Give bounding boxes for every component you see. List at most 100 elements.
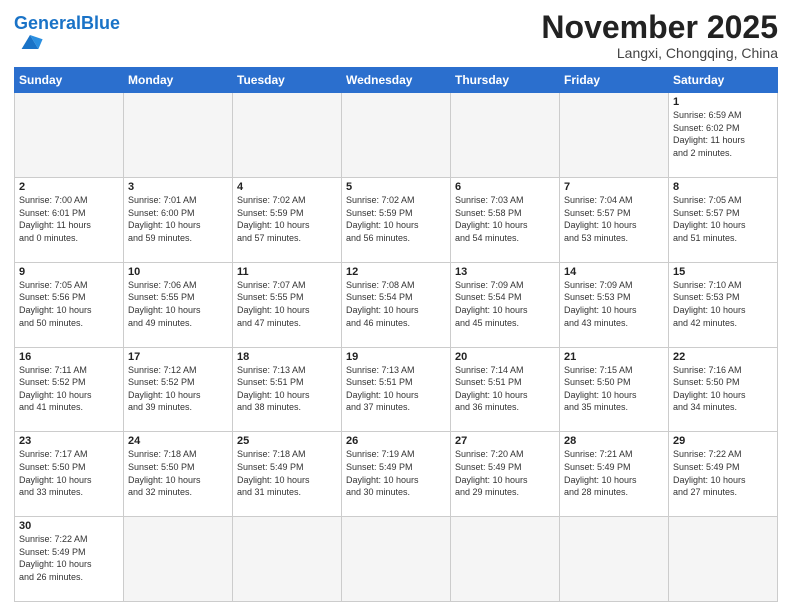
- day-number: 12: [346, 266, 446, 278]
- day-cell: [124, 517, 233, 602]
- day-number: 25: [237, 435, 337, 447]
- day-number: 19: [346, 351, 446, 363]
- day-number: 4: [237, 181, 337, 193]
- day-info: Sunrise: 7:02 AM Sunset: 5:59 PM Dayligh…: [346, 194, 446, 244]
- day-cell: 24Sunrise: 7:18 AM Sunset: 5:50 PM Dayli…: [124, 432, 233, 517]
- day-number: 14: [564, 266, 664, 278]
- day-cell: [342, 93, 451, 178]
- day-info: Sunrise: 7:17 AM Sunset: 5:50 PM Dayligh…: [19, 448, 119, 498]
- day-number: 13: [455, 266, 555, 278]
- day-info: Sunrise: 7:18 AM Sunset: 5:50 PM Dayligh…: [128, 448, 228, 498]
- logo-icon: [16, 28, 44, 56]
- day-info: Sunrise: 7:05 AM Sunset: 5:57 PM Dayligh…: [673, 194, 773, 244]
- day-info: Sunrise: 7:03 AM Sunset: 5:58 PM Dayligh…: [455, 194, 555, 244]
- day-info: Sunrise: 7:12 AM Sunset: 5:52 PM Dayligh…: [128, 364, 228, 414]
- day-number: 3: [128, 181, 228, 193]
- day-number: 1: [673, 96, 773, 108]
- day-cell: 28Sunrise: 7:21 AM Sunset: 5:49 PM Dayli…: [560, 432, 669, 517]
- day-info: Sunrise: 7:07 AM Sunset: 5:55 PM Dayligh…: [237, 279, 337, 329]
- day-info: Sunrise: 7:06 AM Sunset: 5:55 PM Dayligh…: [128, 279, 228, 329]
- day-info: Sunrise: 7:01 AM Sunset: 6:00 PM Dayligh…: [128, 194, 228, 244]
- day-cell: [560, 93, 669, 178]
- weekday-friday: Friday: [560, 68, 669, 93]
- day-cell: 11Sunrise: 7:07 AM Sunset: 5:55 PM Dayli…: [233, 262, 342, 347]
- day-cell: 17Sunrise: 7:12 AM Sunset: 5:52 PM Dayli…: [124, 347, 233, 432]
- day-number: 28: [564, 435, 664, 447]
- day-cell: 13Sunrise: 7:09 AM Sunset: 5:54 PM Dayli…: [451, 262, 560, 347]
- day-cell: 27Sunrise: 7:20 AM Sunset: 5:49 PM Dayli…: [451, 432, 560, 517]
- day-info: Sunrise: 7:13 AM Sunset: 5:51 PM Dayligh…: [346, 364, 446, 414]
- day-cell: 19Sunrise: 7:13 AM Sunset: 5:51 PM Dayli…: [342, 347, 451, 432]
- day-number: 11: [237, 266, 337, 278]
- day-number: 9: [19, 266, 119, 278]
- calendar-header: SundayMondayTuesdayWednesdayThursdayFrid…: [15, 68, 778, 93]
- day-cell: [451, 93, 560, 178]
- day-number: 8: [673, 181, 773, 193]
- day-info: Sunrise: 7:09 AM Sunset: 5:54 PM Dayligh…: [455, 279, 555, 329]
- day-info: Sunrise: 7:14 AM Sunset: 5:51 PM Dayligh…: [455, 364, 555, 414]
- day-number: 15: [673, 266, 773, 278]
- day-number: 24: [128, 435, 228, 447]
- day-cell: 29Sunrise: 7:22 AM Sunset: 5:49 PM Dayli…: [669, 432, 778, 517]
- day-number: 26: [346, 435, 446, 447]
- day-cell: [560, 517, 669, 602]
- day-cell: 22Sunrise: 7:16 AM Sunset: 5:50 PM Dayli…: [669, 347, 778, 432]
- day-cell: 25Sunrise: 7:18 AM Sunset: 5:49 PM Dayli…: [233, 432, 342, 517]
- day-info: Sunrise: 7:19 AM Sunset: 5:49 PM Dayligh…: [346, 448, 446, 498]
- weekday-monday: Monday: [124, 68, 233, 93]
- logo: GeneralBlue: [14, 14, 120, 61]
- day-cell: [124, 93, 233, 178]
- day-number: 29: [673, 435, 773, 447]
- day-cell: [669, 517, 778, 602]
- day-cell: 16Sunrise: 7:11 AM Sunset: 5:52 PM Dayli…: [15, 347, 124, 432]
- week-row-2: 9Sunrise: 7:05 AM Sunset: 5:56 PM Daylig…: [15, 262, 778, 347]
- day-info: Sunrise: 7:08 AM Sunset: 5:54 PM Dayligh…: [346, 279, 446, 329]
- day-cell: 10Sunrise: 7:06 AM Sunset: 5:55 PM Dayli…: [124, 262, 233, 347]
- day-info: Sunrise: 7:02 AM Sunset: 5:59 PM Dayligh…: [237, 194, 337, 244]
- day-number: 2: [19, 181, 119, 193]
- day-cell: 12Sunrise: 7:08 AM Sunset: 5:54 PM Dayli…: [342, 262, 451, 347]
- logo-blue: Blue: [81, 13, 120, 33]
- week-row-1: 2Sunrise: 7:00 AM Sunset: 6:01 PM Daylig…: [15, 177, 778, 262]
- day-info: Sunrise: 7:04 AM Sunset: 5:57 PM Dayligh…: [564, 194, 664, 244]
- week-row-0: 1Sunrise: 6:59 AM Sunset: 6:02 PM Daylig…: [15, 93, 778, 178]
- day-number: 7: [564, 181, 664, 193]
- day-number: 27: [455, 435, 555, 447]
- day-cell: [233, 517, 342, 602]
- day-cell: 3Sunrise: 7:01 AM Sunset: 6:00 PM Daylig…: [124, 177, 233, 262]
- day-cell: 4Sunrise: 7:02 AM Sunset: 5:59 PM Daylig…: [233, 177, 342, 262]
- day-info: Sunrise: 7:09 AM Sunset: 5:53 PM Dayligh…: [564, 279, 664, 329]
- weekday-header-row: SundayMondayTuesdayWednesdayThursdayFrid…: [15, 68, 778, 93]
- day-cell: 21Sunrise: 7:15 AM Sunset: 5:50 PM Dayli…: [560, 347, 669, 432]
- day-number: 6: [455, 181, 555, 193]
- day-cell: [15, 93, 124, 178]
- day-cell: 26Sunrise: 7:19 AM Sunset: 5:49 PM Dayli…: [342, 432, 451, 517]
- day-number: 10: [128, 266, 228, 278]
- day-number: 21: [564, 351, 664, 363]
- day-cell: 18Sunrise: 7:13 AM Sunset: 5:51 PM Dayli…: [233, 347, 342, 432]
- day-cell: 6Sunrise: 7:03 AM Sunset: 5:58 PM Daylig…: [451, 177, 560, 262]
- weekday-saturday: Saturday: [669, 68, 778, 93]
- day-info: Sunrise: 6:59 AM Sunset: 6:02 PM Dayligh…: [673, 109, 773, 159]
- header: GeneralBlue November 2025 Langxi, Chongq…: [14, 10, 778, 61]
- day-info: Sunrise: 7:22 AM Sunset: 5:49 PM Dayligh…: [673, 448, 773, 498]
- day-cell: 1Sunrise: 6:59 AM Sunset: 6:02 PM Daylig…: [669, 93, 778, 178]
- weekday-wednesday: Wednesday: [342, 68, 451, 93]
- day-cell: 5Sunrise: 7:02 AM Sunset: 5:59 PM Daylig…: [342, 177, 451, 262]
- location: Langxi, Chongqing, China: [541, 45, 778, 61]
- day-info: Sunrise: 7:10 AM Sunset: 5:53 PM Dayligh…: [673, 279, 773, 329]
- day-cell: 20Sunrise: 7:14 AM Sunset: 5:51 PM Dayli…: [451, 347, 560, 432]
- day-cell: [233, 93, 342, 178]
- day-cell: 8Sunrise: 7:05 AM Sunset: 5:57 PM Daylig…: [669, 177, 778, 262]
- day-number: 22: [673, 351, 773, 363]
- day-cell: 23Sunrise: 7:17 AM Sunset: 5:50 PM Dayli…: [15, 432, 124, 517]
- day-number: 17: [128, 351, 228, 363]
- day-number: 5: [346, 181, 446, 193]
- day-info: Sunrise: 7:18 AM Sunset: 5:49 PM Dayligh…: [237, 448, 337, 498]
- day-cell: 2Sunrise: 7:00 AM Sunset: 6:01 PM Daylig…: [15, 177, 124, 262]
- day-info: Sunrise: 7:15 AM Sunset: 5:50 PM Dayligh…: [564, 364, 664, 414]
- day-number: 20: [455, 351, 555, 363]
- day-info: Sunrise: 7:21 AM Sunset: 5:49 PM Dayligh…: [564, 448, 664, 498]
- title-block: November 2025 Langxi, Chongqing, China: [541, 10, 778, 61]
- day-cell: [342, 517, 451, 602]
